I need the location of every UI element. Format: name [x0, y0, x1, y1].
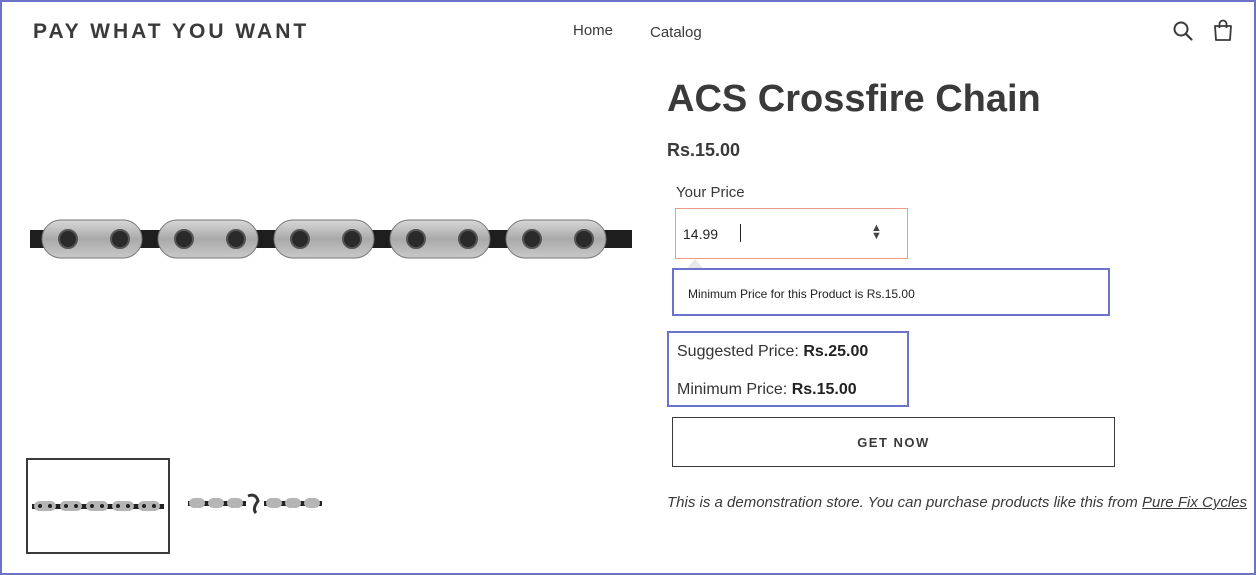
cart-icon[interactable]	[1212, 19, 1234, 41]
tooltip-arrow	[687, 259, 703, 268]
your-price-label: Your Price	[676, 184, 745, 201]
suggested-price: Suggested Price: Rs.25.00	[677, 343, 868, 361]
text-caret	[740, 224, 741, 242]
pure-fix-cycles-link[interactable]: Pure Fix Cycles	[1142, 494, 1247, 511]
suggested-price-value: Rs.25.00	[803, 343, 869, 360]
minimum-price: Minimum Price: Rs.15.00	[677, 381, 857, 399]
demo-store-note-text: This is a demonstration store. You can p…	[667, 494, 1142, 511]
thumbnail-chain-image	[32, 501, 164, 511]
thumbnail-broken-chain-image	[188, 493, 322, 514]
search-icon[interactable]	[1172, 20, 1194, 42]
product-main-image[interactable]	[30, 208, 632, 270]
product-price: Rs.15.00	[667, 140, 741, 160]
store-logo[interactable]: PAY WHAT YOU WANT	[33, 20, 309, 44]
thumbnail-1[interactable]	[26, 458, 170, 554]
your-price-value[interactable]: 14.99	[683, 226, 718, 242]
minimum-price-label: Minimum Price:	[677, 381, 788, 398]
demo-store-note: This is a demonstration store. You can p…	[667, 491, 1252, 514]
number-spinner-icon[interactable]: ▲ ▼	[871, 223, 882, 242]
minimum-price-value: Rs.15.00	[791, 381, 857, 398]
get-now-button[interactable]: GET NOW	[672, 417, 1115, 467]
nav-catalog-link[interactable]: Catalog	[650, 24, 702, 41]
thumbnail-2[interactable]	[182, 458, 326, 554]
validation-message: Minimum Price for this Product is Rs.15.…	[688, 287, 915, 301]
suggested-price-label: Suggested Price:	[677, 343, 799, 360]
product-title: ACS Crossfire Chain	[667, 78, 1041, 120]
nav-home-link[interactable]: Home	[573, 22, 613, 39]
